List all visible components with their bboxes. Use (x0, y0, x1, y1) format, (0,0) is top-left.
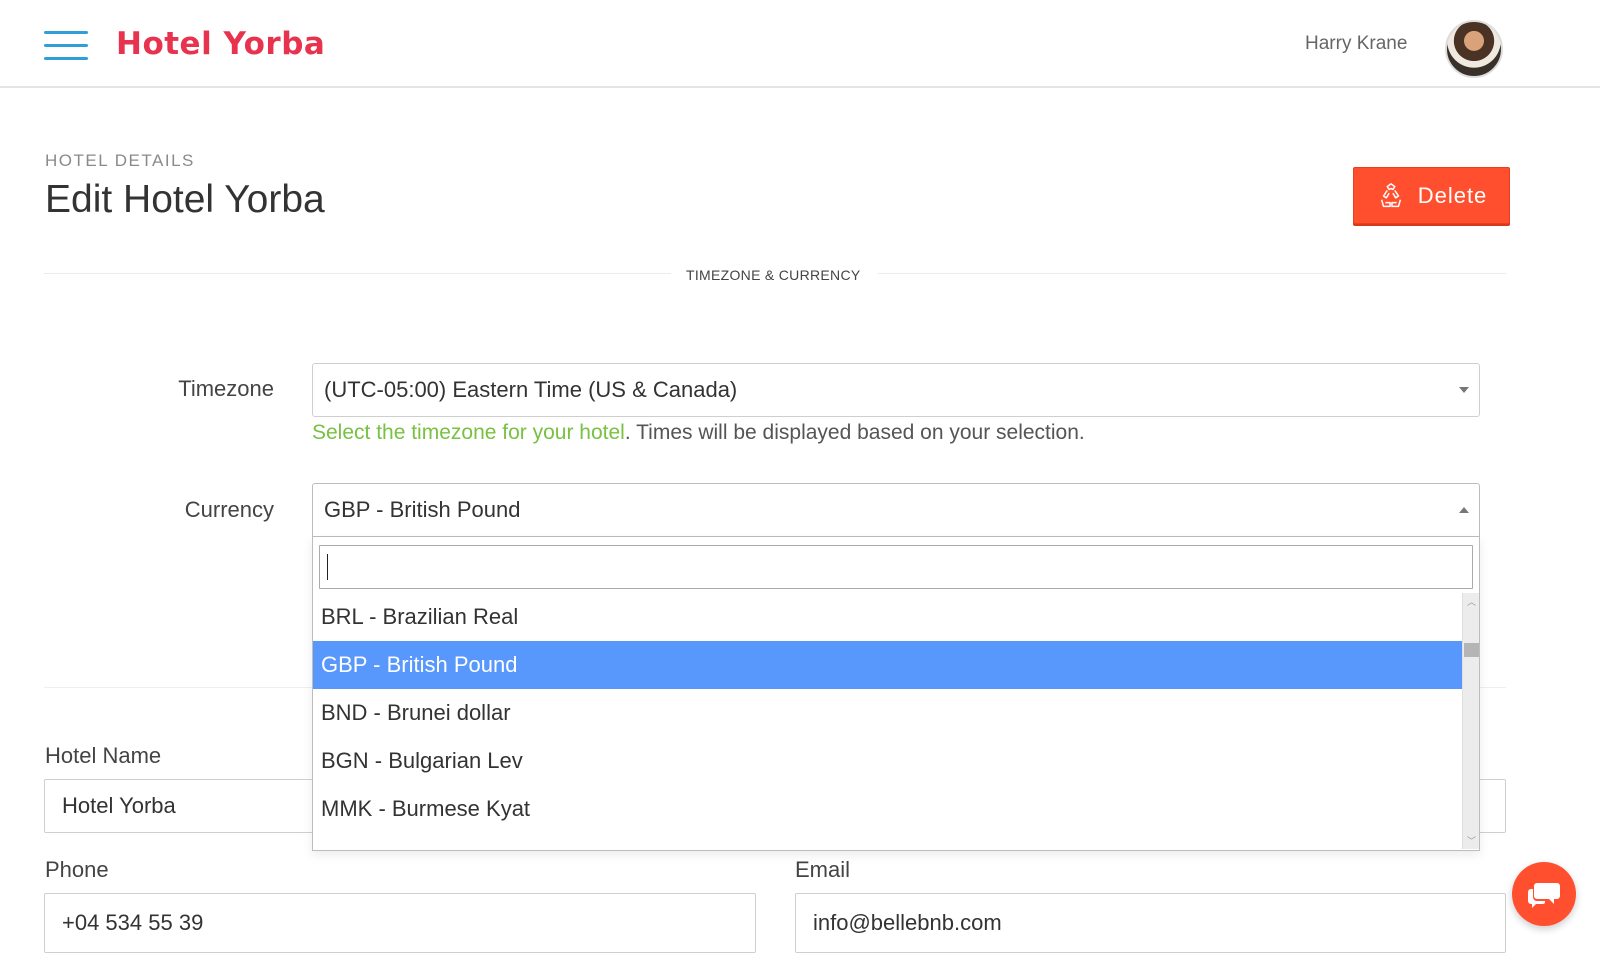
timezone-help-highlight: Select the timezone for your hotel (312, 421, 625, 444)
scroll-up-icon[interactable]: ︿ (1467, 595, 1476, 608)
user-name[interactable]: Harry Krane (1305, 33, 1407, 55)
chat-button[interactable] (1512, 862, 1576, 926)
chat-bubbles-icon (1528, 883, 1560, 908)
delete-button-label: Delete (1417, 182, 1488, 208)
phone-label: Phone (45, 857, 109, 882)
section-divider-left (44, 273, 671, 274)
recycle-icon (1380, 182, 1401, 207)
email-label: Email (795, 857, 851, 882)
hotel-name-label: Hotel Name (45, 743, 162, 768)
timezone-help-rest: . Times will be displayed based on your … (624, 421, 1085, 444)
currency-search-input[interactable] (319, 545, 1473, 589)
hamburger-menu-icon[interactable] (44, 31, 88, 61)
email-value: info@bellebnb.com (813, 910, 1002, 935)
timezone-label: Timezone (178, 376, 274, 401)
breadcrumb: HOTEL DETAILS (45, 151, 195, 170)
currency-dropdown: BRL - Brazilian Real GBP - British Pound B… (312, 537, 1480, 851)
timezone-select[interactable]: (UTC-05:00) Eastern Time (US & Canada) (312, 363, 1480, 417)
currency-option[interactable]: GBP - British Pound (313, 641, 1463, 689)
top-bar: Hotel Yorba Harry Krane (0, 0, 1600, 88)
phone-input[interactable]: +04 534 55 39 (44, 893, 756, 953)
chevron-down-icon (1459, 387, 1469, 393)
email-input[interactable]: info@bellebnb.com (795, 893, 1506, 953)
timezone-help-text: Select the timezone for your hotel. Time… (312, 421, 1085, 445)
currency-select[interactable]: GBP - British Pound (312, 483, 1480, 537)
scrollbar-thumb[interactable] (1464, 643, 1479, 657)
section-title: TIMEZONE & CURRENCY (686, 267, 861, 283)
currency-options-list: BRL - Brazilian Real GBP - British Pound B… (313, 593, 1463, 849)
brand-logo[interactable]: Hotel Yorba (116, 26, 325, 62)
page-title: Edit Hotel Yorba (45, 178, 325, 221)
currency-option[interactable]: BND - Brunei dollar (313, 689, 1463, 737)
currency-label: Currency (184, 497, 274, 522)
hotel-name-value: Hotel Yorba (62, 793, 176, 818)
phone-value: +04 534 55 39 (62, 910, 204, 935)
chevron-up-icon (1459, 507, 1469, 513)
delete-button[interactable]: Delete (1353, 167, 1510, 224)
currency-selected-value: GBP - British Pound (324, 497, 521, 522)
currency-option[interactable]: BRL - Brazilian Real (313, 593, 1463, 641)
text-cursor (327, 554, 328, 580)
scroll-down-icon[interactable]: ﹀ (1467, 834, 1476, 847)
currency-option[interactable]: BGN - Bulgarian Lev (313, 737, 1463, 785)
timezone-selected-value: (UTC-05:00) Eastern Time (US & Canada) (324, 377, 738, 402)
avatar[interactable] (1445, 20, 1503, 78)
section-divider-right (878, 273, 1506, 274)
currency-option[interactable]: MMK - Burmese Kyat (313, 785, 1463, 833)
dropdown-scrollbar[interactable]: ︿ ﹀ (1462, 593, 1479, 849)
